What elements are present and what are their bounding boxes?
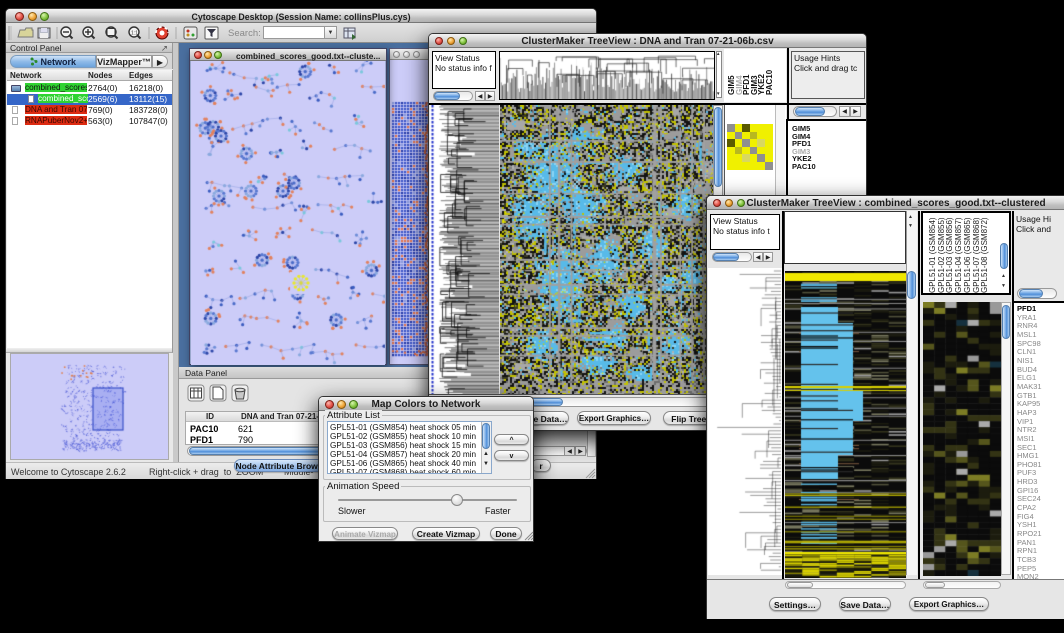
svg-text:1:1: 1:1 bbox=[131, 31, 138, 37]
